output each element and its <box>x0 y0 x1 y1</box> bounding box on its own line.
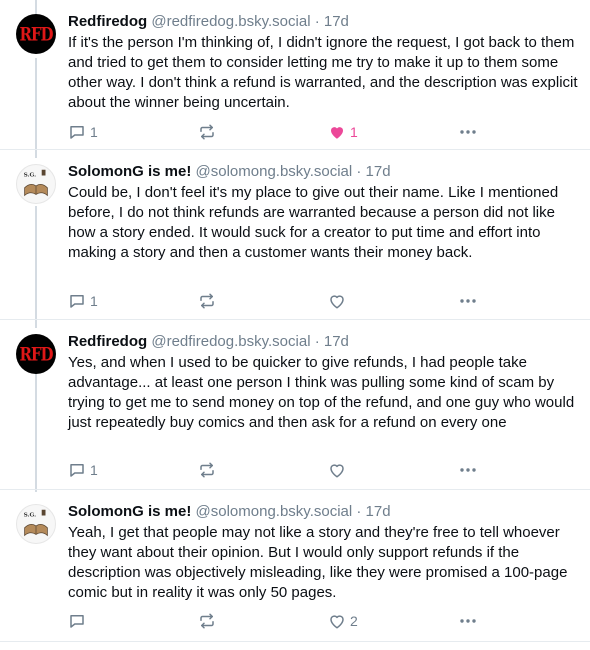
more-options-button[interactable] <box>458 291 478 311</box>
post[interactable]: RFD Redfiredog @redfiredog.bsky.social ·… <box>0 0 590 150</box>
repost-icon <box>200 124 214 140</box>
post-header: SolomonG is me! @solomong.bsky.social · … <box>68 502 578 522</box>
author-handle[interactable]: @redfiredog.bsky.social <box>151 333 310 350</box>
like-button[interactable]: 2 <box>328 611 358 631</box>
more-icon <box>460 619 476 623</box>
avatar[interactable]: RFD <box>16 334 56 374</box>
heart-icon <box>330 615 344 629</box>
repost-icon <box>200 613 214 629</box>
post-header: SolomonG is me! @solomong.bsky.social · … <box>68 162 578 182</box>
reply-count: 1 <box>90 124 98 140</box>
post-header: Redfiredog @redfiredog.bsky.social · 17d <box>68 12 578 32</box>
book-avatar-icon: S.G. <box>24 509 48 537</box>
reply-button[interactable]: 1 <box>68 122 98 142</box>
post-actions: 1 1 <box>68 122 590 142</box>
more-options-button[interactable] <box>458 122 478 142</box>
more-icon <box>460 130 476 134</box>
like-count: 1 <box>350 124 358 140</box>
post-text: If it's the person I'm thinking of, I di… <box>68 34 578 111</box>
svg-text:S.G.: S.G. <box>24 512 37 518</box>
heart-icon <box>330 464 344 478</box>
avatar[interactable]: RFD <box>16 14 56 54</box>
repost-button[interactable] <box>198 460 216 480</box>
author-name[interactable]: SolomonG is me! <box>68 163 191 180</box>
post-actions: 1 <box>68 460 590 480</box>
reply-icon <box>70 464 84 477</box>
repost-icon <box>200 293 214 309</box>
like-button[interactable] <box>328 460 350 480</box>
reply-button[interactable]: 1 <box>68 291 98 311</box>
author-name[interactable]: Redfiredog <box>68 13 147 30</box>
repost-button[interactable] <box>198 611 216 631</box>
author-handle[interactable]: @solomong.bsky.social <box>196 163 353 180</box>
repost-icon <box>200 462 214 478</box>
post[interactable]: RFD Redfiredog @redfiredog.bsky.social ·… <box>0 320 590 490</box>
post-time[interactable]: · 17d <box>356 163 390 180</box>
repost-button[interactable] <box>198 291 216 311</box>
book-avatar-icon: S.G. <box>24 169 48 197</box>
post-text: Yeah, I get that people may not like a s… <box>68 524 568 601</box>
post-time[interactable]: · 17d <box>356 503 390 520</box>
author-handle[interactable]: @solomong.bsky.social <box>196 503 353 520</box>
reply-count: 1 <box>90 293 98 309</box>
author-name[interactable]: SolomonG is me! <box>68 503 191 520</box>
heart-filled-icon <box>331 127 343 139</box>
post[interactable]: S.G. SolomonG is me! @solomong.bsky.soci… <box>0 490 590 640</box>
heart-icon <box>330 295 344 309</box>
post-divider <box>0 641 590 642</box>
post-time[interactable]: · 17d <box>315 13 349 30</box>
reply-icon <box>70 615 84 628</box>
more-icon <box>460 468 476 472</box>
post-header: Redfiredog @redfiredog.bsky.social · 17d <box>68 332 578 352</box>
reply-icon <box>70 295 84 308</box>
post-actions: 2 <box>68 611 590 631</box>
like-button[interactable] <box>328 291 350 311</box>
reply-button[interactable]: 1 <box>68 460 98 480</box>
reply-button[interactable] <box>68 611 90 631</box>
author-name[interactable]: Redfiredog <box>68 333 147 350</box>
post[interactable]: S.G. SolomonG is me! @solomong.bsky.soci… <box>0 150 590 320</box>
more-options-button[interactable] <box>458 460 478 480</box>
reply-count: 1 <box>90 462 98 478</box>
more-options-button[interactable] <box>458 611 478 631</box>
svg-text:S.G.: S.G. <box>24 172 37 178</box>
like-button[interactable]: 1 <box>328 122 358 142</box>
like-count: 2 <box>350 613 358 629</box>
avatar[interactable]: S.G. <box>16 504 56 544</box>
repost-button[interactable] <box>198 122 216 142</box>
post-text: Yes, and when I used to be quicker to gi… <box>68 354 575 431</box>
author-handle[interactable]: @redfiredog.bsky.social <box>151 13 310 30</box>
post-actions: 1 <box>68 291 590 311</box>
post-text: Could be, I don't feel it's my place to … <box>68 184 559 261</box>
post-time[interactable]: · 17d <box>315 333 349 350</box>
more-icon <box>460 299 476 303</box>
reply-icon <box>70 126 84 139</box>
avatar[interactable]: S.G. <box>16 164 56 204</box>
